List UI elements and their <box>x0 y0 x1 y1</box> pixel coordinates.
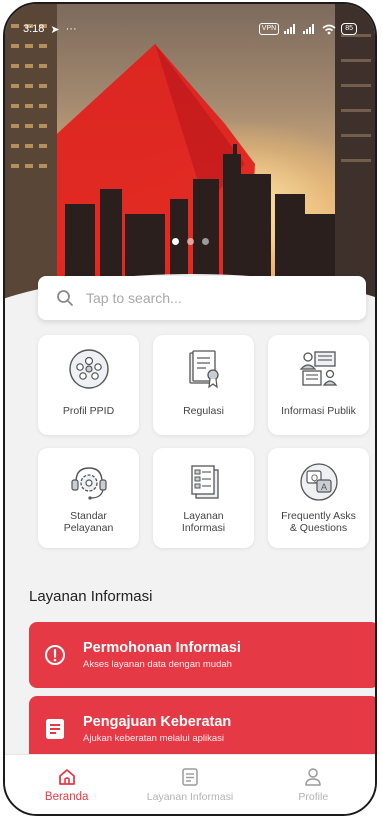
service-subtitle: Ajukan keberatan melalui aplikasi <box>83 733 224 744</box>
home-icon <box>58 768 75 785</box>
people-group-icon <box>68 349 109 389</box>
nav-beranda[interactable]: Beranda <box>7 767 127 803</box>
menu-label: Frequently Asks & Questions <box>281 510 356 534</box>
nav-label: Beranda <box>44 790 89 803</box>
nav-profile[interactable]: Profile <box>253 767 373 803</box>
vpn-badge: VPN <box>258 23 280 35</box>
search-bar[interactable] <box>38 276 366 320</box>
menu-standar-pelayanan[interactable]: Standar Pelayanan <box>38 448 139 548</box>
menu-grid: Profil PPID Regulasi Informasi Publik St… <box>38 335 370 548</box>
alert-circle-icon <box>43 643 67 667</box>
status-extra: ··· <box>65 23 77 35</box>
service-card-keberatan[interactable]: Pengajuan Keberatan Ajukan keberatan mel… <box>29 696 375 762</box>
qa-chat-icon: Q A <box>299 463 338 501</box>
battery-indicator: 85 <box>341 23 357 35</box>
section-title: Layanan Informasi <box>29 588 153 605</box>
document-stack-icon <box>190 465 219 499</box>
service-subtitle: Akses layanan data dengan mudah <box>83 659 232 670</box>
menu-label: Standar Pelayanan <box>63 510 114 534</box>
user-icon <box>305 767 322 786</box>
menu-label: Regulasi <box>183 405 224 417</box>
menu-label: Informasi Publik <box>281 405 356 417</box>
menu-faq[interactable]: Q A Frequently Asks & Questions <box>268 448 369 548</box>
wifi-icon <box>322 24 336 34</box>
search-icon <box>57 290 73 306</box>
nav-layanan-informasi[interactable]: Layanan Informasi <box>130 767 250 803</box>
menu-label: Layanan Informasi <box>181 510 226 534</box>
status-bar: 3:18 ➤ ··· VPN 85 <box>23 18 357 40</box>
menu-informasi-publik[interactable]: Informasi Publik <box>268 335 369 435</box>
menu-profil-ppid[interactable]: Profil PPID <box>38 335 139 435</box>
nav-label: Profile <box>298 790 329 803</box>
service-title: Pengajuan Keberatan <box>83 714 232 730</box>
phone-screen: 3:18 ➤ ··· VPN 85 Tap to search... Profi… <box>3 2 377 816</box>
service-title: Permohonan Informasi <box>83 640 241 656</box>
carousel-dot[interactable] <box>171 238 179 245</box>
support-gear-icon <box>70 467 107 500</box>
menu-label: Profil PPID <box>62 405 115 417</box>
carousel-dot[interactable] <box>186 238 194 245</box>
document-list-icon <box>43 717 67 741</box>
send-icon: ➤ <box>50 23 60 36</box>
document-certificate-icon <box>188 350 219 389</box>
menu-regulasi[interactable]: Regulasi <box>153 335 254 435</box>
public-board-icon <box>299 351 337 386</box>
document-icon <box>182 767 198 786</box>
signal-icon-2 <box>303 24 315 34</box>
search-input[interactable] <box>86 290 346 306</box>
carousel-dots[interactable] <box>5 238 375 245</box>
svg-text:A: A <box>321 482 327 492</box>
menu-layanan-informasi[interactable]: Layanan Informasi <box>153 448 254 548</box>
carousel-dot[interactable] <box>201 238 209 245</box>
status-time: 3:18 <box>23 23 45 35</box>
signal-icon <box>284 24 296 34</box>
bottom-nav: Beranda Layanan Informasi Profile <box>5 754 375 814</box>
service-card-permohonan[interactable]: Permohonan Informasi Akses layanan data … <box>29 622 375 688</box>
nav-label: Layanan Informasi <box>146 790 234 803</box>
